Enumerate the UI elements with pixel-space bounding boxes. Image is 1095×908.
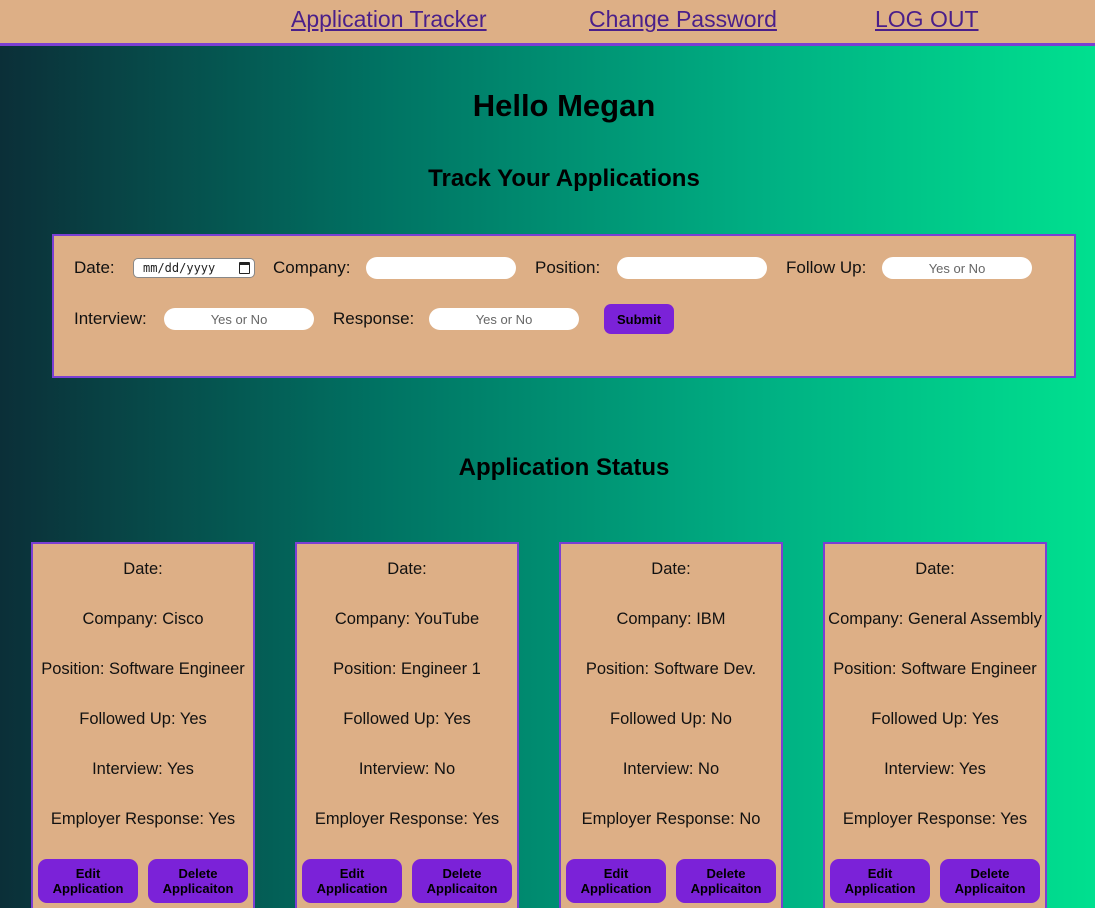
follow-up-label: Follow Up: [786, 258, 867, 277]
greeting-heading: Hello Megan [472, 88, 656, 123]
calendar-icon[interactable] [239, 262, 250, 274]
card-employer-response: Employer Response: No [581, 810, 761, 828]
date-input-value: mm/dd/yyyy [143, 261, 216, 275]
delete-application-button[interactable]: Delete Applicaiton [412, 859, 512, 903]
nav-link-logout[interactable]: LOG OUT [875, 6, 979, 33]
card-interview: Interview: Yes [884, 760, 986, 778]
application-card: Date: Company: IBM Position: Software De… [559, 542, 783, 908]
date-label: Date: [74, 258, 115, 277]
card-date: Date: [123, 560, 163, 578]
card-position: Position: Software Engineer [41, 660, 245, 678]
delete-application-button[interactable]: Delete Applicaiton [148, 859, 248, 903]
card-date: Date: [915, 560, 955, 578]
interview-input[interactable] [164, 308, 314, 330]
card-followed-up: Followed Up: Yes [343, 710, 471, 728]
card-company: Company: IBM [616, 610, 726, 628]
card-date: Date: [387, 560, 427, 578]
card-date: Date: [651, 560, 691, 578]
card-company: Company: General Assembly [828, 610, 1042, 628]
submit-button[interactable]: Submit [604, 304, 674, 334]
application-card: Date: Company: General Assembly Position… [823, 542, 1047, 908]
card-employer-response: Employer Response: Yes [842, 810, 1028, 828]
track-applications-heading: Track Your Applications [428, 165, 700, 192]
card-employer-response: Employer Response: Yes [50, 810, 236, 828]
edit-application-button[interactable]: Edit Application [566, 859, 666, 903]
card-followed-up: Followed Up: Yes [871, 710, 999, 728]
company-input[interactable] [366, 257, 516, 279]
top-navbar: Application Tracker Change Password LOG … [0, 0, 1095, 46]
position-input[interactable] [617, 257, 767, 279]
edit-application-button[interactable]: Edit Application [302, 859, 402, 903]
card-company: Company: YouTube [334, 610, 480, 628]
card-interview: Interview: No [622, 760, 720, 778]
application-card: Date: Company: YouTube Position: Enginee… [295, 542, 519, 908]
card-company: Company: Cisco [82, 610, 204, 628]
application-card: Date: Company: Cisco Position: Software … [31, 542, 255, 908]
response-input[interactable] [429, 308, 579, 330]
delete-application-button[interactable]: Delete Applicaiton [676, 859, 776, 903]
card-interview: Interview: No [358, 760, 456, 778]
card-followed-up: Followed Up: Yes [79, 710, 207, 728]
edit-application-button[interactable]: Edit Application [830, 859, 930, 903]
card-position: Position: Software Engineer [833, 660, 1037, 678]
card-position: Position: Software Dev. [585, 660, 757, 678]
card-followed-up: Followed Up: No [610, 710, 732, 728]
interview-label: Interview: [74, 309, 147, 328]
company-label: Company: [273, 258, 351, 277]
position-label: Position: [535, 258, 601, 277]
nav-link-application-tracker[interactable]: Application Tracker [291, 6, 487, 33]
follow-up-input[interactable] [882, 257, 1032, 279]
card-position: Position: Engineer 1 [333, 660, 481, 678]
response-label: Response: [333, 309, 415, 328]
application-status-heading: Application Status [458, 454, 670, 481]
nav-link-change-password[interactable]: Change Password [589, 6, 777, 33]
edit-application-button[interactable]: Edit Application [38, 859, 138, 903]
card-interview: Interview: Yes [92, 760, 194, 778]
delete-application-button[interactable]: Delete Applicaiton [940, 859, 1040, 903]
application-form: Date: mm/dd/yyyy Company: Position: Foll… [52, 234, 1076, 378]
date-input[interactable]: mm/dd/yyyy [133, 258, 255, 278]
card-employer-response: Employer Response: Yes [314, 810, 500, 828]
